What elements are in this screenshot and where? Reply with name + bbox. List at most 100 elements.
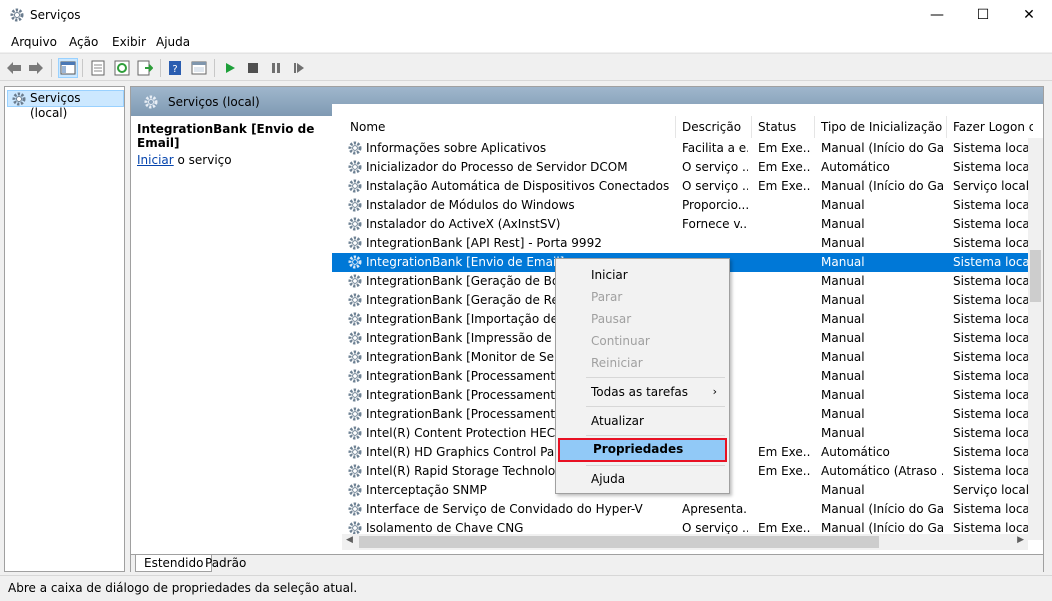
menu-arquivo[interactable]: Arquivo [11,35,57,49]
context-menu-pausar[interactable]: Pausar [558,308,727,330]
cell-logon: Sistema local [953,141,1029,155]
cell-startup: Manual [821,274,865,288]
table-row[interactable]: Instalador do ActiveX (AxInstSV) Fornece … [332,215,1043,234]
service-gear-icon [348,255,362,269]
console-view-button[interactable] [189,58,209,78]
service-gear-icon [348,160,362,174]
submenu-arrow-icon: › [712,385,717,398]
column-header-logon[interactable]: Fazer Logon co [953,120,1033,134]
horizontal-scroll-thumb[interactable] [359,536,879,548]
service-gear-icon [348,198,362,212]
forward-arrow-icon [29,62,43,74]
context-menu-continuar[interactable]: Continuar [558,330,727,352]
context-menu-separator [586,406,725,407]
pause-service-button[interactable] [266,58,286,78]
table-row[interactable]: Instalação Automática de Dispositivos Co… [332,177,1043,196]
menu-ajuda[interactable]: Ajuda [156,35,190,49]
tree-pane: Serviços (local) [4,86,125,572]
help-icon: ? [169,61,181,75]
export-list-button[interactable] [135,58,155,78]
cell-logon: Sistema local [953,217,1029,231]
start-service-button[interactable] [220,58,240,78]
export-list-icon [137,60,153,76]
svg-text:?: ? [172,64,177,75]
column-separator[interactable] [946,116,947,138]
context-menu-separator [586,377,725,378]
close-button[interactable]: ✕ [1006,0,1052,30]
forward-button[interactable] [26,58,46,78]
cell-desc: Apresenta... [682,502,748,516]
service-gear-icon [348,141,362,155]
cell-logon: Sistema local [953,521,1029,535]
tree-item-services-local[interactable]: Serviços (local) [7,90,124,120]
cell-logon: Sistema local [953,445,1029,459]
restart-service-button[interactable] [289,58,309,78]
cell-desc: Proporcio... [682,198,748,212]
toolbar-separator [160,59,161,77]
column-separator[interactable] [675,116,676,138]
table-row[interactable]: Interface de Serviço de Convidado do Hyp… [332,500,1043,519]
context-menu-parar[interactable]: Parar [558,286,727,308]
table-row[interactable]: Inicializador do Processo de Servidor DC… [332,158,1043,177]
back-arrow-icon [7,62,21,74]
vertical-scroll-thumb[interactable] [1030,250,1041,302]
column-header-name[interactable]: Nome [350,120,385,134]
service-gear-icon [348,388,362,402]
column-header-status[interactable]: Status [758,120,796,134]
service-gear-icon [348,464,362,478]
cell-desc: Facilita a e... [682,141,748,155]
menu-exibir[interactable]: Exibir [112,35,146,49]
maximize-icon: ☐ [976,7,990,23]
service-gear-icon [348,369,362,383]
tab-padrao[interactable]: Padrão [197,555,254,572]
header-divider [332,104,1043,116]
context-menu-propriedades[interactable]: Propriedades [558,438,727,462]
cell-logon: Sistema local [953,255,1029,269]
services-gear-icon [10,8,24,22]
column-header-startup-type[interactable]: Tipo de Inicialização [821,120,942,134]
window-title: Serviços [30,8,81,22]
description-panel: IntegrationBank [Envio de Email] Iniciar… [131,116,332,551]
scroll-left-icon[interactable]: ◀ [346,535,353,545]
cell-startup: Manual (Início do Ga... [821,179,943,193]
service-gear-icon [348,502,362,516]
help-button[interactable]: ? [165,58,185,78]
maximize-button[interactable]: ☐ [960,0,1006,30]
column-separator[interactable] [814,116,815,138]
table-row[interactable]: Instalador de Módulos do Windows Proporci… [332,196,1043,215]
properties-sheet-button[interactable] [88,58,108,78]
menu-acao[interactable]: Ação [69,35,98,49]
context-menu-ajuda[interactable]: Ajuda [558,468,727,490]
context-menu-reiniciar[interactable]: Reiniciar [558,352,727,374]
show-hide-tree-button[interactable] [58,58,78,78]
toolbar-separator [82,59,83,77]
cell-status: Em Exe... [758,141,810,155]
cell-logon: Serviço local [953,483,1029,497]
table-row[interactable]: IntegrationBank [API Rest] - Porta 9992 M… [332,234,1043,253]
cell-logon: Sistema local [953,160,1029,174]
stop-service-button[interactable] [243,58,263,78]
cell-logon: Sistema local [953,407,1029,421]
back-button[interactable] [4,58,24,78]
table-row[interactable]: Informações sobre Aplicativos Facilita a … [332,139,1043,158]
column-header-description[interactable]: Descrição [682,120,741,134]
cell-startup: Manual [821,407,865,421]
service-gear-icon [348,274,362,288]
cell-name: Instalador do ActiveX (AxInstSV) [366,217,561,231]
start-service-link[interactable]: Iniciar [137,153,174,167]
vertical-scrollbar[interactable] [1028,138,1043,540]
refresh-button[interactable] [112,58,132,78]
horizontal-scrollbar[interactable]: ◀ ▶ [342,534,1028,550]
cell-logon: Serviço local [953,179,1029,193]
context-menu-todas-as-tarefas[interactable]: Todas as tarefas › [558,381,727,403]
context-menu-atualizar[interactable]: Atualizar [558,410,727,432]
minimize-button[interactable]: — [914,0,960,30]
column-separator[interactable] [751,116,752,138]
cell-name: Inicializador do Processo de Servidor DC… [366,160,628,174]
services-gear-icon [12,92,26,106]
cell-startup: Manual [821,217,865,231]
properties-sheet-icon [91,60,105,76]
scroll-right-icon[interactable]: ▶ [1017,535,1024,545]
minimize-icon: — [930,7,944,23]
context-menu-iniciar[interactable]: Iniciar [558,264,727,286]
